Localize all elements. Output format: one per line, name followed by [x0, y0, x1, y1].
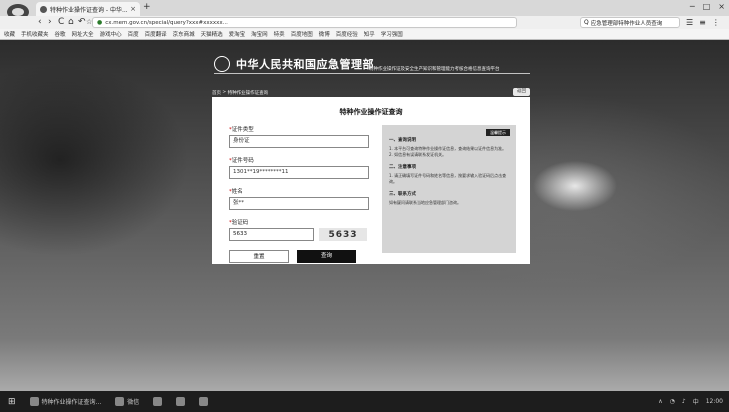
bookmark-item[interactable]: 淘宝网 — [251, 30, 268, 38]
id-number-input[interactable]: 1301**19********11 — [229, 166, 369, 179]
tab-close-icon[interactable]: × — [130, 5, 136, 13]
start-icon[interactable]: ⊞ — [8, 397, 16, 407]
bookmark-item[interactable]: 特卖 — [274, 30, 285, 38]
id-number-label: *证件号码 — [229, 158, 254, 164]
ime-icon[interactable]: 中 — [693, 397, 699, 406]
breadcrumb: 首页 > 特种作业操作证查询 返回 — [212, 88, 530, 97]
national-emblem-icon — [214, 56, 230, 72]
note-title: 二、注意事项 — [389, 165, 416, 170]
address-toolbar: ‹ › C ⌂ ↶ ☆ ● cx.mem.gov.cn/special/quer… — [0, 16, 729, 29]
maximize-button[interactable]: □ — [703, 2, 711, 11]
bookmark-item[interactable]: 天猫精选 — [201, 30, 223, 38]
more-icon[interactable]: ⋮ — [712, 16, 720, 29]
browser-task-icon — [29, 397, 39, 406]
captcha-input[interactable]: 5633 — [229, 228, 314, 241]
tab-favicon-icon — [40, 5, 47, 13]
notes-badge: 温馨提示 — [486, 129, 510, 136]
lock-icon: ● — [97, 19, 103, 26]
bookmark-item[interactable]: 微博 — [319, 30, 330, 38]
network-icon[interactable]: ◔ — [670, 398, 675, 405]
menu-icon[interactable]: ☰ — [686, 16, 693, 29]
home-icon[interactable]: ⌂ — [68, 16, 74, 29]
name-label: *姓名 — [229, 189, 243, 195]
bookmark-item[interactable]: 手机收藏夹 — [21, 30, 49, 38]
taskbar: ⊞ 特种作业操作证查询... 微信 ∧ ◔ ♪ 中 12:00 — [0, 391, 729, 412]
note-text: 如有疑问请联系当地应急管理部门咨询。 — [389, 200, 461, 205]
tray-expand-icon[interactable]: ∧ — [658, 398, 662, 405]
bookmark-item[interactable]: 谷歌 — [55, 30, 66, 38]
tab-title: 特种作业操作证查询 - 中华... — [50, 6, 128, 14]
query-panel: 特种作业操作证查询 *证件类型 身份证 *证件号码 1301**19******… — [212, 97, 530, 264]
captcha-image[interactable]: 5633 — [319, 228, 367, 241]
note-title: 三、联系方式 — [389, 192, 416, 197]
list-icon[interactable]: ≡ — [699, 16, 706, 29]
bookmark-item[interactable]: 百度翻译 — [145, 30, 167, 38]
bookmark-item[interactable]: 知乎 — [364, 30, 375, 38]
taskbar-item-browser[interactable]: 特种作业操作证查询... — [29, 397, 101, 406]
new-tab-button[interactable]: + — [143, 2, 151, 12]
clock[interactable]: 12:00 — [706, 398, 723, 405]
bookmark-item[interactable]: 京东商城 — [173, 30, 195, 38]
bookmark-item[interactable]: 百度经验 — [336, 30, 358, 38]
bookmarks-bar: 收藏 手机收藏夹 谷歌 网址大全 游戏中心 百度 百度翻译 京东商城 天猫精选 爱淘宝 淘宝网 特卖百… — [0, 29, 729, 40]
bookmark-item[interactable]: 收藏 — [4, 30, 15, 38]
wechat-task-icon — [115, 397, 125, 406]
browser-tab-bar: 特种作业操作证查询 - 中华... × + ─ □ × — [0, 0, 729, 27]
url-text: cx.mem.gov.cn/special/query?xxx#xxxxxx..… — [105, 19, 228, 26]
url-input[interactable]: ● cx.mem.gov.cn/special/query?xxx#xxxxxx… — [92, 17, 517, 28]
close-window-button[interactable]: × — [718, 2, 725, 11]
taskbar-item-app3[interactable] — [199, 397, 209, 406]
refresh-icon[interactable]: C — [58, 16, 64, 29]
search-icon: Q — [584, 19, 589, 26]
bookmark-item[interactable]: 爱淘宝 — [229, 30, 246, 38]
app-task-icon — [176, 397, 186, 406]
site-subtitle: 特种作业操作证及安全生产知识和管理能力考核合格信息查询平台 — [369, 67, 500, 72]
bookmark-item[interactable]: 游戏中心 — [100, 30, 122, 38]
undo-icon[interactable]: ↶ — [78, 16, 86, 29]
notes-panel: 温馨提示 一、查询说明 1. 本平台可查询特种作业操作证信息，查询结果以证件信息… — [382, 125, 516, 253]
captcha-label: *验证码 — [229, 220, 249, 226]
taskbar-item-app2[interactable] — [176, 397, 186, 406]
search-text: 应急管理部特种作业人员查询 — [590, 20, 663, 27]
taskbar-item-wechat[interactable]: 微信 — [115, 397, 139, 406]
id-type-select[interactable]: 身份证 — [229, 135, 369, 148]
volume-icon[interactable]: ♪ — [682, 398, 686, 405]
browser-search-input[interactable]: Q 应急管理部特种作业人员查询 — [580, 17, 680, 28]
reset-button[interactable]: 重置 — [229, 250, 289, 263]
panel-title: 特种作业操作证查询 — [339, 108, 403, 116]
breadcrumb-home[interactable]: 首页 — [212, 90, 221, 96]
bookmark-item[interactable]: 学习强国 — [381, 30, 403, 38]
app-task-icon — [153, 397, 163, 406]
id-type-label: *证件类型 — [229, 127, 254, 133]
forward-icon[interactable]: › — [48, 16, 52, 29]
bookmark-item[interactable]: 百度地图 — [291, 30, 313, 38]
back-button[interactable]: 返回 — [513, 88, 530, 96]
back-icon[interactable]: ‹ — [38, 16, 42, 29]
taskbar-item-app1[interactable] — [153, 397, 163, 406]
site-header: 中华人民共和国应急管理部 — [214, 56, 374, 72]
query-form: *证件类型 身份证 *证件号码 1301**19********11 *姓名 张… — [229, 125, 369, 263]
note-text: 1. 本平台可查询特种作业操作证信息，查询结果以证件信息为准。2. 如信息有误请… — [389, 146, 507, 157]
system-tray: ∧ ◔ ♪ 中 12:00 — [658, 391, 723, 412]
page-background: 中华人民共和国应急管理部 特种作业操作证及安全生产知识和管理能力考核合格信息查询… — [0, 40, 729, 391]
query-button[interactable]: 查询 — [297, 250, 356, 263]
browser-tab[interactable]: 特种作业操作证查询 - 中华... × — [36, 2, 140, 16]
bookmark-item[interactable]: 百度 — [128, 30, 139, 38]
breadcrumb-current: 特种作业操作证查询 — [227, 90, 269, 96]
note-title: 一、查询说明 — [389, 138, 416, 143]
minimize-button[interactable]: ─ — [690, 2, 695, 11]
site-title: 中华人民共和国应急管理部 — [236, 58, 374, 71]
note-text: 1. 请正确填写证件号码和姓名等信息，按要求输入验证码后点击查询。 — [389, 173, 507, 184]
header-divider — [214, 73, 530, 74]
name-input[interactable]: 张** — [229, 197, 369, 210]
bookmark-item[interactable]: 网址大全 — [72, 30, 94, 38]
app-task-icon — [199, 397, 209, 406]
